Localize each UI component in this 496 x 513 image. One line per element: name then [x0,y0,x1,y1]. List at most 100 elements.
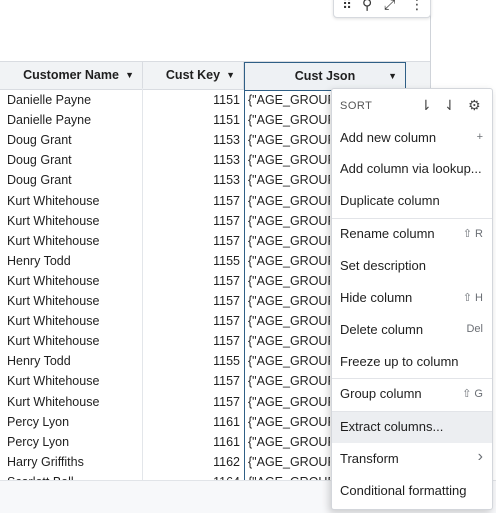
drag-handle-icon[interactable]: ⠿ [342,0,352,11]
menu-item-extract-columns[interactable]: Extract columns... [332,412,492,443]
cell-cust-json[interactable]: {"AGE_GROUP": [248,191,330,211]
cell-cust-key[interactable]: 1155 [143,251,244,271]
sort-ascending-icon[interactable]: ⇂ [420,97,432,114]
chart-settings-icon[interactable]: ⚲ [362,0,372,11]
cell-customer-name[interactable]: Henry Todd [7,251,137,271]
cell-cust-json[interactable]: {"AGE_GROUP": [248,170,330,190]
cell-cust-key[interactable]: 1161 [143,432,244,452]
cell-customer-name[interactable]: Kurt Whitehouse [7,211,137,231]
cell-customer-name[interactable]: Kurt Whitehouse [7,191,137,211]
table-row[interactable]: Harry Griffiths 1162{"AGE_GROUP": [0,452,330,472]
cell-cust-key[interactable]: 1155 [143,351,244,371]
menu-item-add-new-column[interactable]: Add new column + [332,123,492,154]
cell-cust-json[interactable]: {"AGE_GROUP": [248,150,330,170]
table-row[interactable]: Doug Grant 1153{"AGE_GROUP": [0,150,330,170]
cell-cust-json[interactable]: {"AGE_GROUP": [248,130,330,150]
cell-customer-name[interactable]: Kurt Whitehouse [7,331,137,351]
column-header-cust-json[interactable]: Cust Json ▼ [244,62,406,91]
caret-down-icon[interactable]: ▼ [388,63,397,90]
cell-customer-name[interactable]: Percy Lyon [7,432,137,452]
cell-cust-key[interactable]: 1161 [143,412,244,432]
sort-descending-icon[interactable]: ⇃ [444,97,456,114]
table-row[interactable]: Percy Lyon 1161{"AGE_GROUP": [0,432,330,452]
table-row[interactable]: Kurt Whitehouse 1157{"AGE_GROUP": [0,191,330,211]
table-row[interactable]: Kurt Whitehouse 1157{"AGE_GROUP": [0,311,330,331]
cell-cust-json[interactable]: {"AGE_GROUP": [248,432,330,452]
cell-customer-name[interactable]: Doug Grant [7,130,137,150]
caret-down-icon[interactable]: ▼ [226,62,235,89]
cell-cust-key[interactable]: 1157 [143,331,244,351]
menu-item-group-column[interactable]: Group column ⇧ G [332,379,492,410]
table-row[interactable]: Percy Lyon 1161{"AGE_GROUP": [0,412,330,432]
cell-customer-name[interactable]: Kurt Whitehouse [7,271,137,291]
cell-cust-key[interactable]: 1153 [143,150,244,170]
cell-cust-key[interactable]: 1157 [143,231,244,251]
cell-cust-json[interactable]: {"AGE_GROUP": [248,331,330,351]
menu-item-set-description[interactable]: Set description [332,251,492,282]
cell-cust-key[interactable]: 1157 [143,392,244,412]
cell-cust-json[interactable]: {"AGE_GROUP": [248,351,330,371]
caret-down-icon[interactable]: ▼ [125,62,134,89]
menu-item-transform[interactable]: Transform › [332,444,492,475]
sort-settings-gear-icon[interactable]: ⚙ [468,97,481,114]
table-row[interactable]: Kurt Whitehouse 1157{"AGE_GROUP": [0,371,330,391]
cell-customer-name[interactable]: Kurt Whitehouse [7,371,137,391]
cell-cust-key[interactable]: 1157 [143,371,244,391]
table-row[interactable]: Henry Todd 1155{"AGE_GROUP": [0,251,330,271]
column-header-customer-name[interactable]: Customer Name ▼ [0,62,143,89]
menu-item-freeze-up-to-column[interactable]: Freeze up to column [332,347,492,378]
table-row[interactable]: Kurt Whitehouse 1157{"AGE_GROUP": [0,392,330,412]
cell-cust-key[interactable]: 1151 [143,110,244,130]
more-options-icon[interactable]: ⋮ [410,0,424,11]
cell-cust-json[interactable]: {"AGE_GROUP": [248,392,330,412]
table-row[interactable]: Kurt Whitehouse 1157{"AGE_GROUP": [0,231,330,251]
cell-cust-json[interactable]: {"AGE_GROUP": [248,90,330,110]
cell-cust-key[interactable]: 1162 [143,452,244,472]
cell-cust-json[interactable]: {"AGE_GROUP": [248,311,330,331]
cell-cust-json[interactable]: {"AGE_GROUP": [248,231,330,251]
cell-cust-key[interactable]: 1157 [143,271,244,291]
cell-cust-key[interactable]: 1157 [143,311,244,331]
cell-customer-name[interactable]: Harry Griffiths [7,452,137,472]
expand-icon[interactable]: ⤢ [384,0,395,11]
cell-customer-name[interactable]: Kurt Whitehouse [7,291,137,311]
cell-cust-key[interactable]: 1151 [143,90,244,110]
cell-customer-name[interactable]: Henry Todd [7,351,137,371]
cell-customer-name[interactable]: Danielle Payne [7,90,137,110]
cell-cust-json[interactable]: {"AGE_GROUP": [248,271,330,291]
cell-customer-name[interactable]: Danielle Payne [7,110,137,130]
cell-customer-name[interactable]: Doug Grant [7,150,137,170]
cell-cust-key[interactable]: 1157 [143,191,244,211]
cell-cust-json[interactable]: {"AGE_GROUP": [248,291,330,311]
menu-item-hide-column[interactable]: Hide column ⇧ H [332,283,492,314]
cell-customer-name[interactable]: Kurt Whitehouse [7,392,137,412]
cell-cust-key[interactable]: 1157 [143,291,244,311]
cell-cust-json[interactable]: {"AGE_GROUP": [248,251,330,271]
cell-customer-name[interactable]: Percy Lyon [7,412,137,432]
cell-cust-json[interactable]: {"AGE_GROUP": [248,452,330,472]
menu-item-duplicate-column[interactable]: Duplicate column [332,186,492,217]
cell-customer-name[interactable]: Doug Grant [7,170,137,190]
table-row[interactable]: Kurt Whitehouse 1157{"AGE_GROUP": [0,291,330,311]
table-row[interactable]: Danielle Payne 1151{"AGE_GROUP": [0,90,330,110]
column-header-cust-key[interactable]: Cust Key ▼ [143,62,244,89]
table-row[interactable]: Kurt Whitehouse 1157{"AGE_GROUP": [0,271,330,291]
menu-item-add-column-via-lookup[interactable]: Add column via lookup... [332,154,492,185]
cell-cust-json[interactable]: {"AGE_GROUP": [248,211,330,231]
cell-customer-name[interactable]: Kurt Whitehouse [7,311,137,331]
table-row[interactable]: Kurt Whitehouse 1157{"AGE_GROUP": [0,331,330,351]
table-row[interactable]: Doug Grant 1153{"AGE_GROUP": [0,170,330,190]
cell-customer-name[interactable]: Kurt Whitehouse [7,231,137,251]
cell-cust-json[interactable]: {"AGE_GROUP": [248,371,330,391]
cell-cust-key[interactable]: 1153 [143,170,244,190]
cell-cust-json[interactable]: {"AGE_GROUP": [248,412,330,432]
cell-cust-key[interactable]: 1153 [143,130,244,150]
table-row[interactable]: Henry Todd 1155{"AGE_GROUP": [0,351,330,371]
menu-item-conditional-formatting[interactable]: Conditional formatting [332,476,492,507]
table-row[interactable]: Danielle Payne 1151{"AGE_GROUP": [0,110,330,130]
cell-cust-json[interactable]: {"AGE_GROUP": [248,110,330,130]
menu-item-rename-column[interactable]: Rename column ⇧ R [332,219,492,250]
table-row[interactable]: Doug Grant 1153{"AGE_GROUP": [0,130,330,150]
table-row[interactable]: Kurt Whitehouse 1157{"AGE_GROUP": [0,211,330,231]
menu-item-delete-column[interactable]: Delete column Del [332,315,492,346]
